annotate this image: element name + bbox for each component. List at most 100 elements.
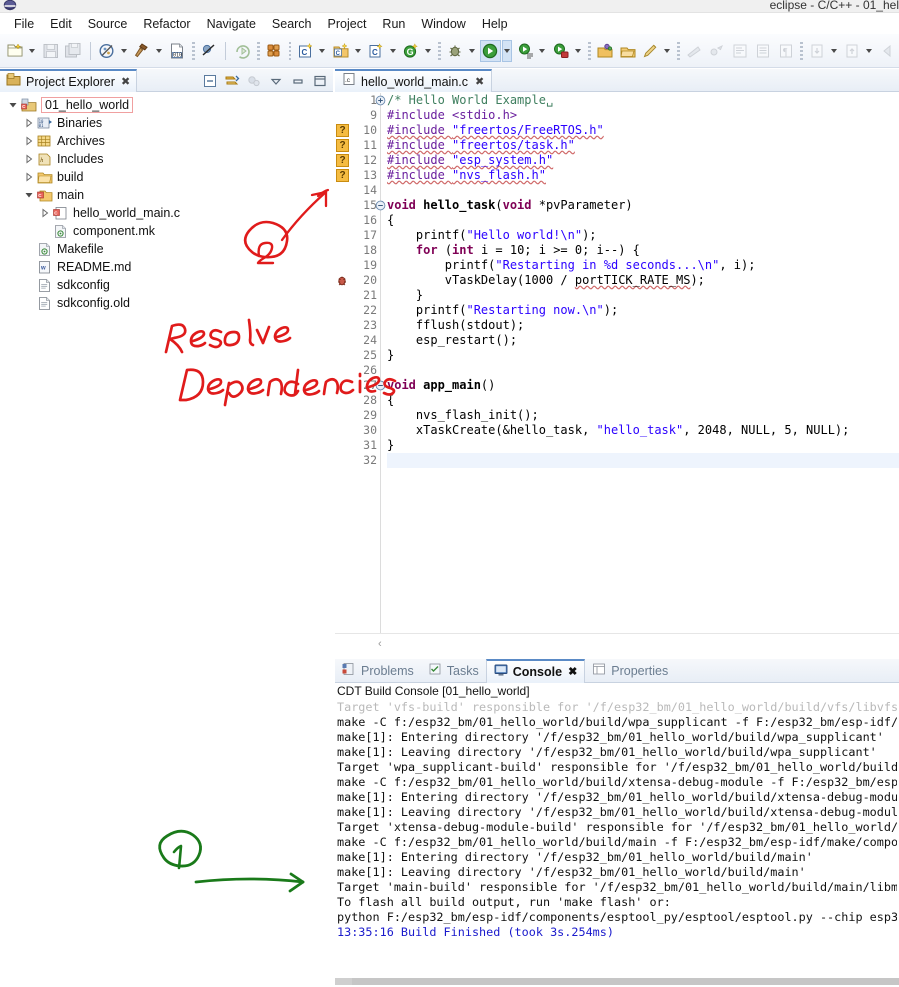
tree-item-includes[interactable]: hIncludes — [0, 150, 333, 168]
scrollbar-thumb[interactable] — [335, 978, 352, 985]
gutter-line-21[interactable]: 21 — [335, 288, 380, 303]
gutter-line-1[interactable]: 1 — [335, 93, 380, 108]
binary-010-icon[interactable]: 010 — [167, 40, 188, 62]
menu-item-navigate[interactable]: Navigate — [199, 15, 264, 33]
editor-code-area[interactable]: /* Hello World Example␣#include <stdio.h… — [381, 93, 899, 633]
collapse-all-icon[interactable] — [201, 72, 219, 90]
unresolved-include-marker-icon[interactable]: ? — [336, 169, 349, 182]
tab-console[interactable]: Console✖ — [486, 659, 586, 683]
tree-item-hello-world-main-c[interactable]: Chello_world_main.c — [0, 204, 333, 222]
tree-item-main[interactable]: Cmain — [0, 186, 333, 204]
code-line-1[interactable]: /* Hello World Example␣ — [387, 93, 899, 108]
save-all-icon[interactable] — [63, 40, 84, 62]
code-line-9[interactable]: #include <stdio.h> — [387, 108, 899, 123]
debug-dropdown-icon[interactable] — [467, 40, 477, 62]
console-output[interactable]: Target 'vfs-build' responsible for '/f/e… — [337, 700, 897, 968]
chevron-right-icon[interactable] — [22, 132, 36, 150]
tree-item-sdkconfig[interactable]: sdkconfig — [0, 276, 333, 294]
new-c-project-icon[interactable]: C — [295, 40, 316, 62]
new-c-folder-icon[interactable]: C — [331, 40, 352, 62]
code-line-24[interactable]: esp_restart(); — [387, 333, 899, 348]
code-line-25[interactable]: } — [387, 348, 899, 363]
code-line-21[interactable]: } — [387, 288, 899, 303]
new-c-project-dropdown-icon[interactable] — [317, 40, 327, 62]
toggle-block-selection-icon[interactable] — [730, 40, 751, 62]
gutter-line-14[interactable]: 14 — [335, 183, 380, 198]
gutter-line-16[interactable]: 16 — [335, 213, 380, 228]
menu-item-source[interactable]: Source — [80, 15, 136, 33]
gutter-line-12[interactable]: ?12 — [335, 153, 380, 168]
menu-item-run[interactable]: Run — [374, 15, 413, 33]
gutter-line-20[interactable]: 20 — [335, 273, 380, 288]
open-resource-icon[interactable] — [617, 40, 638, 62]
tree-item-makefile[interactable]: Makefile — [0, 240, 333, 258]
menu-item-file[interactable]: File — [6, 15, 42, 33]
chevron-right-icon[interactable] — [22, 168, 36, 186]
code-line-13[interactable]: #include "nvs_flash.h" — [387, 168, 899, 183]
maximize-view-icon[interactable] — [311, 72, 329, 90]
gutter-line-18[interactable]: 18 — [335, 243, 380, 258]
focus-on-active-task-icon[interactable] — [245, 72, 263, 90]
gutter-line-25[interactable]: 25 — [335, 348, 380, 363]
build-config-icon[interactable] — [264, 40, 285, 62]
build-all-icon[interactable] — [97, 40, 118, 62]
console-horizontal-scrollbar[interactable] — [335, 976, 899, 987]
gutter-line-23[interactable]: 23 — [335, 318, 380, 333]
view-menu-icon[interactable] — [267, 72, 285, 90]
gutter-line-32[interactable]: 32 — [335, 453, 380, 468]
code-line-17[interactable]: printf("Hello world!\n"); — [387, 228, 899, 243]
prev-edit-icon[interactable] — [877, 40, 898, 62]
run-last-dropdown-icon[interactable] — [572, 40, 582, 62]
code-line-11[interactable]: #include "freertos/task.h" — [387, 138, 899, 153]
gutter-line-11[interactable]: ?11 — [335, 138, 380, 153]
forward-history-icon[interactable] — [842, 40, 863, 62]
back-history-icon[interactable] — [807, 40, 828, 62]
run-icon[interactable] — [480, 40, 501, 62]
skip-breakpoints-icon[interactable] — [199, 40, 220, 62]
new-c-file-dropdown-icon[interactable] — [388, 40, 398, 62]
close-icon[interactable]: ✖ — [475, 75, 484, 88]
chevron-right-icon[interactable] — [22, 114, 36, 132]
gutter-line-28[interactable]: 28 — [335, 393, 380, 408]
gutter-line-29[interactable]: 29 — [335, 408, 380, 423]
tab-properties[interactable]: Properties — [585, 659, 675, 683]
search-pencil-dropdown-icon[interactable] — [662, 40, 672, 62]
gutter-line-24[interactable]: 24 — [335, 333, 380, 348]
tab-hello-world-main-c[interactable]: .c hello_world_main.c ✖ — [335, 69, 492, 92]
pilcrow-icon[interactable]: ¶ — [775, 40, 796, 62]
previous-annotation-icon[interactable] — [707, 40, 728, 62]
scroll-left-icon[interactable]: ‹ — [378, 638, 382, 650]
new-wizard-icon[interactable] — [5, 40, 26, 62]
code-line-20[interactable]: vTaskDelay(1000 / portTICK_RATE_MS); — [387, 273, 899, 288]
menu-item-refactor[interactable]: Refactor — [135, 15, 198, 33]
editor-horizontal-scrollbar[interactable]: ‹ — [335, 633, 899, 654]
scrollbar-track[interactable] — [352, 978, 899, 985]
gutter-line-31[interactable]: 31 — [335, 438, 380, 453]
run-dropdown-icon[interactable] — [502, 40, 513, 62]
tab-problems[interactable]: Problems — [335, 659, 421, 683]
code-line-27[interactable]: void app_main() — [387, 378, 899, 393]
search-pencil-icon[interactable] — [640, 40, 661, 62]
code-line-31[interactable]: } — [387, 438, 899, 453]
gutter-line-13[interactable]: ?13 — [335, 168, 380, 183]
build-hammer-dropdown-icon[interactable] — [154, 40, 164, 62]
unresolved-include-marker-icon[interactable]: ? — [336, 124, 349, 137]
code-line-28[interactable]: { — [387, 393, 899, 408]
gutter-line-30[interactable]: 30 — [335, 423, 380, 438]
resume-icon[interactable] — [232, 40, 253, 62]
code-line-23[interactable]: fflush(stdout); — [387, 318, 899, 333]
code-line-14[interactable] — [387, 183, 899, 198]
code-line-32[interactable] — [387, 453, 899, 468]
code-line-29[interactable]: nvs_flash_init(); — [387, 408, 899, 423]
back-history-dropdown-icon[interactable] — [829, 40, 839, 62]
chevron-right-icon[interactable] — [22, 150, 36, 168]
code-line-19[interactable]: printf("Restarting in %d seconds...\n", … — [387, 258, 899, 273]
next-annotation-icon[interactable] — [684, 40, 705, 62]
forward-history-dropdown-icon[interactable] — [864, 40, 874, 62]
new-wizard-dropdown-icon[interactable] — [27, 40, 37, 62]
menu-item-edit[interactable]: Edit — [42, 15, 80, 33]
gutter-line-9[interactable]: 9 — [335, 108, 380, 123]
editor-gutter[interactable]: 19?10?11?12?1314151617181920212223242526… — [335, 93, 381, 633]
close-icon[interactable]: ✖ — [568, 665, 577, 678]
run-last-icon[interactable] — [551, 40, 572, 62]
